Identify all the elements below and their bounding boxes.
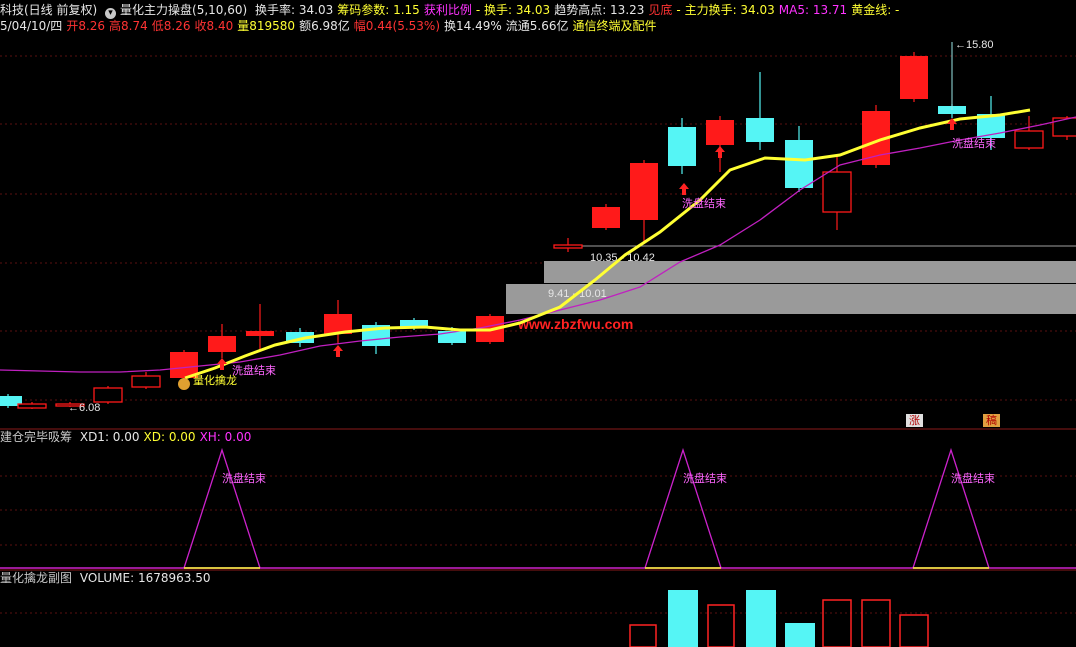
candle xyxy=(822,171,852,213)
chart-canvas[interactable]: 10.35 - 10.42 9.41 - 10.01 www.zbzfwu.co… xyxy=(0,0,1076,647)
peak-label: 洗盘结束 xyxy=(951,471,995,485)
money-bag-icon xyxy=(178,378,190,390)
signal-label: 洗盘结束 xyxy=(682,196,726,210)
candle xyxy=(900,56,928,99)
peak-label: 洗盘结束 xyxy=(683,471,727,485)
high-marker: ←15.80 xyxy=(955,39,994,51)
panel2-field: XD1: 0.00 xyxy=(79,430,140,444)
badge-draft: 稿 xyxy=(983,414,1000,427)
panel3-header: 量化擒龙副图 VOLUME: 1678963.50 xyxy=(0,571,214,586)
support-zone-upper xyxy=(544,261,1076,283)
grid-lines xyxy=(0,55,1076,614)
signal-label: 洗盘结束 xyxy=(232,363,276,377)
candle xyxy=(17,403,47,409)
candle xyxy=(592,207,620,228)
candle xyxy=(553,244,583,249)
ma-slow-line xyxy=(0,116,1076,373)
candle xyxy=(668,127,696,166)
candle xyxy=(1014,130,1044,149)
volume-value: VOLUME: 1678963.50 xyxy=(79,571,211,585)
candle xyxy=(131,375,161,388)
panel2-title[interactable]: 建仓完毕吸筹 xyxy=(0,430,72,444)
signal-label: 洗盘结束 xyxy=(952,136,996,150)
badge-rise: 涨 xyxy=(906,414,923,427)
wash-signal-peaks xyxy=(183,447,990,569)
candle xyxy=(785,140,813,188)
candlesticks xyxy=(0,52,1076,409)
panel2-header: 建仓完毕吸筹 XD1: 0.00 XD: 0.00 XH: 0.00 xyxy=(0,430,259,445)
ma-fast-line xyxy=(184,108,1031,380)
candle xyxy=(706,120,734,145)
candle xyxy=(630,163,658,220)
peak-label: 洗盘结束 xyxy=(222,471,266,485)
volume-bars xyxy=(629,590,929,647)
candle xyxy=(208,336,236,352)
panel2-field: XH: 0.00 xyxy=(199,430,252,444)
candle xyxy=(93,387,123,403)
candle xyxy=(246,331,274,336)
candle xyxy=(746,118,774,142)
panel2-field: XD: 0.00 xyxy=(143,430,196,444)
start-label: 量化擒龙 xyxy=(193,373,237,387)
low-marker: ←6.08 xyxy=(68,402,100,414)
panel3-title[interactable]: 量化擒龙副图 xyxy=(0,571,72,585)
